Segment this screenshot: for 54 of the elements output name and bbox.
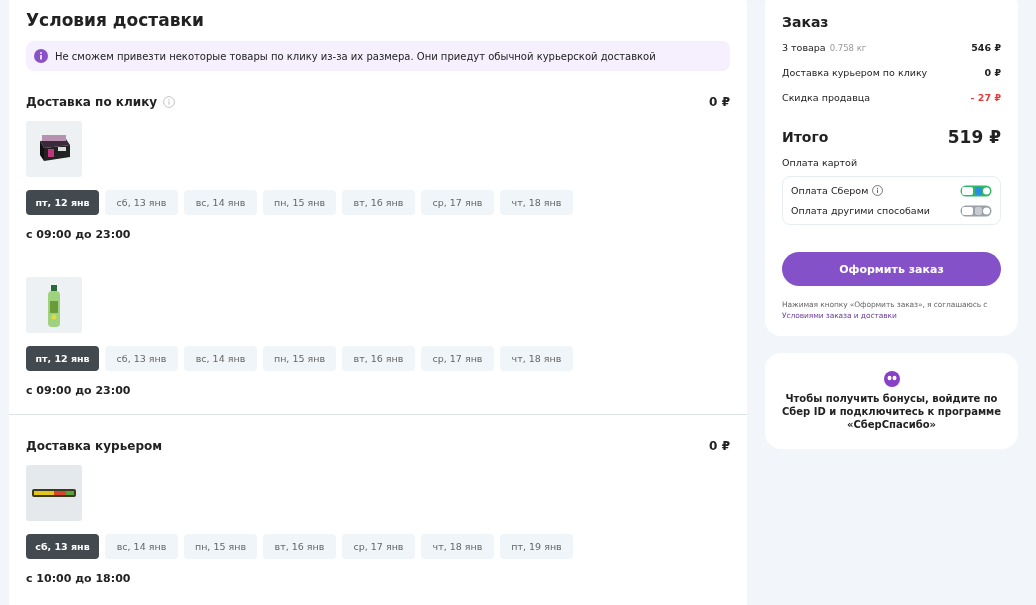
section-price: 0 ₽ xyxy=(709,439,730,453)
date-chip[interactable]: сб, 13 янв xyxy=(105,346,178,371)
date-chip[interactable]: вт, 16 янв xyxy=(263,534,336,559)
summary-label: Скидка продавца xyxy=(782,92,871,103)
total-value: 519 ₽ xyxy=(947,127,1001,147)
date-chip[interactable]: вс, 14 янв xyxy=(105,534,178,559)
delivery-time: с 09:00 до 23:00 xyxy=(26,384,132,397)
date-chip[interactable]: сб, 13 янв xyxy=(105,190,178,215)
info-icon xyxy=(34,49,48,63)
date-chip[interactable]: вс, 14 янв xyxy=(184,190,257,215)
bonus-badge-icon xyxy=(960,204,992,217)
date-chip[interactable]: пн, 15 янв xyxy=(263,346,336,371)
date-chip[interactable]: чт, 18 янв xyxy=(500,190,573,215)
total-label: Итого xyxy=(782,129,829,145)
delivery-time: с 09:00 до 23:00 xyxy=(26,228,132,241)
date-chip[interactable]: пн, 15 янв xyxy=(263,190,336,215)
date-chip[interactable]: ср, 17 янв xyxy=(421,190,494,215)
section-title: Доставка курьером xyxy=(26,439,163,453)
date-chip[interactable]: пт, 19 янв xyxy=(500,534,573,559)
bonus-badge-icon xyxy=(960,184,992,197)
payment-label: Оплата картой xyxy=(782,157,859,168)
product-thumbnail[interactable] xyxy=(26,121,82,177)
summary-label: Доставка курьером по клику xyxy=(782,67,928,78)
payment-option-label: Оплата Сбером xyxy=(791,185,869,196)
summary-value: 546 ₽ xyxy=(971,42,1001,53)
payment-row[interactable]: Оплата Сбером xyxy=(791,183,992,198)
info-icon[interactable] xyxy=(872,185,884,196)
date-chip[interactable]: ср, 17 янв xyxy=(342,534,415,559)
product-thumbnail[interactable] xyxy=(26,465,82,521)
notice-text: Не сможем привезти некоторые товары по клику из-за их размера. Они приедут обычной курьерской доставкой xyxy=(55,50,656,62)
payment-row[interactable]: Оплата другими способами xyxy=(791,203,992,218)
delivery-time: с 10:00 до 18:00 xyxy=(26,572,132,585)
date-chip[interactable]: вт, 16 янв xyxy=(342,190,415,215)
summary-label: 3 товара 0.758 кг xyxy=(782,42,867,53)
date-chip[interactable]: пн, 15 янв xyxy=(184,534,257,559)
order-title: Заказ xyxy=(782,14,830,30)
section-title: Доставка по клику xyxy=(26,95,158,109)
payment-option-label: Оплата другими способами xyxy=(791,205,930,216)
date-chip[interactable]: пт, 12 янв xyxy=(26,190,99,215)
date-chip[interactable]: пт, 12 янв xyxy=(26,346,99,371)
date-chip[interactable]: чт, 18 янв xyxy=(421,534,494,559)
summary-value: 0 ₽ xyxy=(984,67,1001,78)
date-chip[interactable]: вт, 16 янв xyxy=(342,346,415,371)
checkout-button[interactable]: Оформить заказ xyxy=(782,252,1001,286)
page-title: Условия доставки xyxy=(26,10,205,30)
date-chip[interactable]: вс, 14 янв xyxy=(184,346,257,371)
date-chip[interactable]: сб, 13 янв xyxy=(26,534,99,559)
product-thumbnail[interactable] xyxy=(26,277,82,333)
date-chip[interactable]: чт, 18 янв xyxy=(500,346,573,371)
date-chip[interactable]: ср, 17 янв xyxy=(421,346,494,371)
bonus-text: Чтобы получить бонусы, войдите по Сбер ID и подключитесь к программе «СберСпасибо» xyxy=(780,391,1003,431)
eyes-icon xyxy=(883,370,900,387)
summary-value: - 27 ₽ xyxy=(970,92,1001,103)
section-price: 0 ₽ xyxy=(709,95,730,109)
